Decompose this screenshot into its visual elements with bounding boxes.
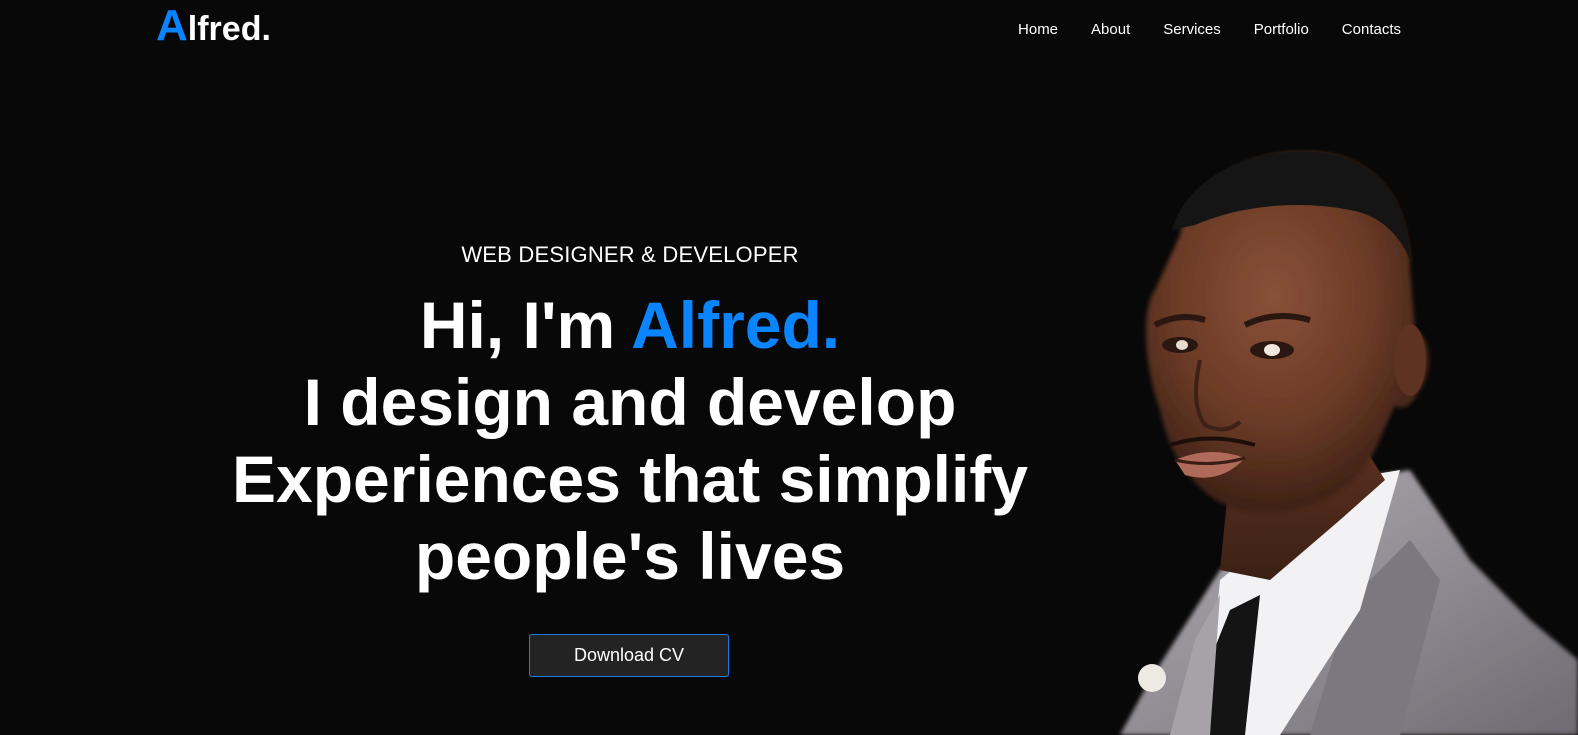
logo-initial: A (156, 1, 188, 50)
nav-portfolio[interactable]: Portfolio (1254, 20, 1309, 40)
profile-photo (1120, 151, 1578, 735)
nav-contacts[interactable]: Contacts (1342, 20, 1401, 40)
hero-subtitle: WEB DESIGNER & DEVELOPER (461, 242, 799, 267)
hero-line-3: Experiences that simplify (232, 442, 1028, 516)
hero-greeting: Hi, I'm (419, 288, 632, 362)
portfolio-page: Alfred. Home About Services Portfolio Co… (0, 0, 1578, 735)
nav-about[interactable]: About (1091, 20, 1130, 40)
hero-line-4: people's lives (414, 519, 846, 593)
hero-greeting-line: Hi, I'm Alfred. (160, 287, 1100, 364)
main-nav: Home About Services Portfolio Contacts (1018, 20, 1401, 40)
nav-home[interactable]: Home (1018, 20, 1058, 40)
hero-title: Hi, I'm Alfred. I design and develop Exp… (160, 287, 1100, 595)
logo-text: lfred. (187, 10, 271, 48)
download-cv-button[interactable]: Download CV (529, 634, 729, 677)
hero-name: Alfred. (631, 288, 841, 362)
nav-services[interactable]: Services (1163, 20, 1221, 40)
hero-line-2: I design and develop (303, 365, 957, 439)
hero-section: WEB DESIGNER & DEVELOPER Hi, I'm Alfred.… (160, 240, 1100, 677)
site-logo[interactable]: Alfred. (156, 4, 271, 48)
